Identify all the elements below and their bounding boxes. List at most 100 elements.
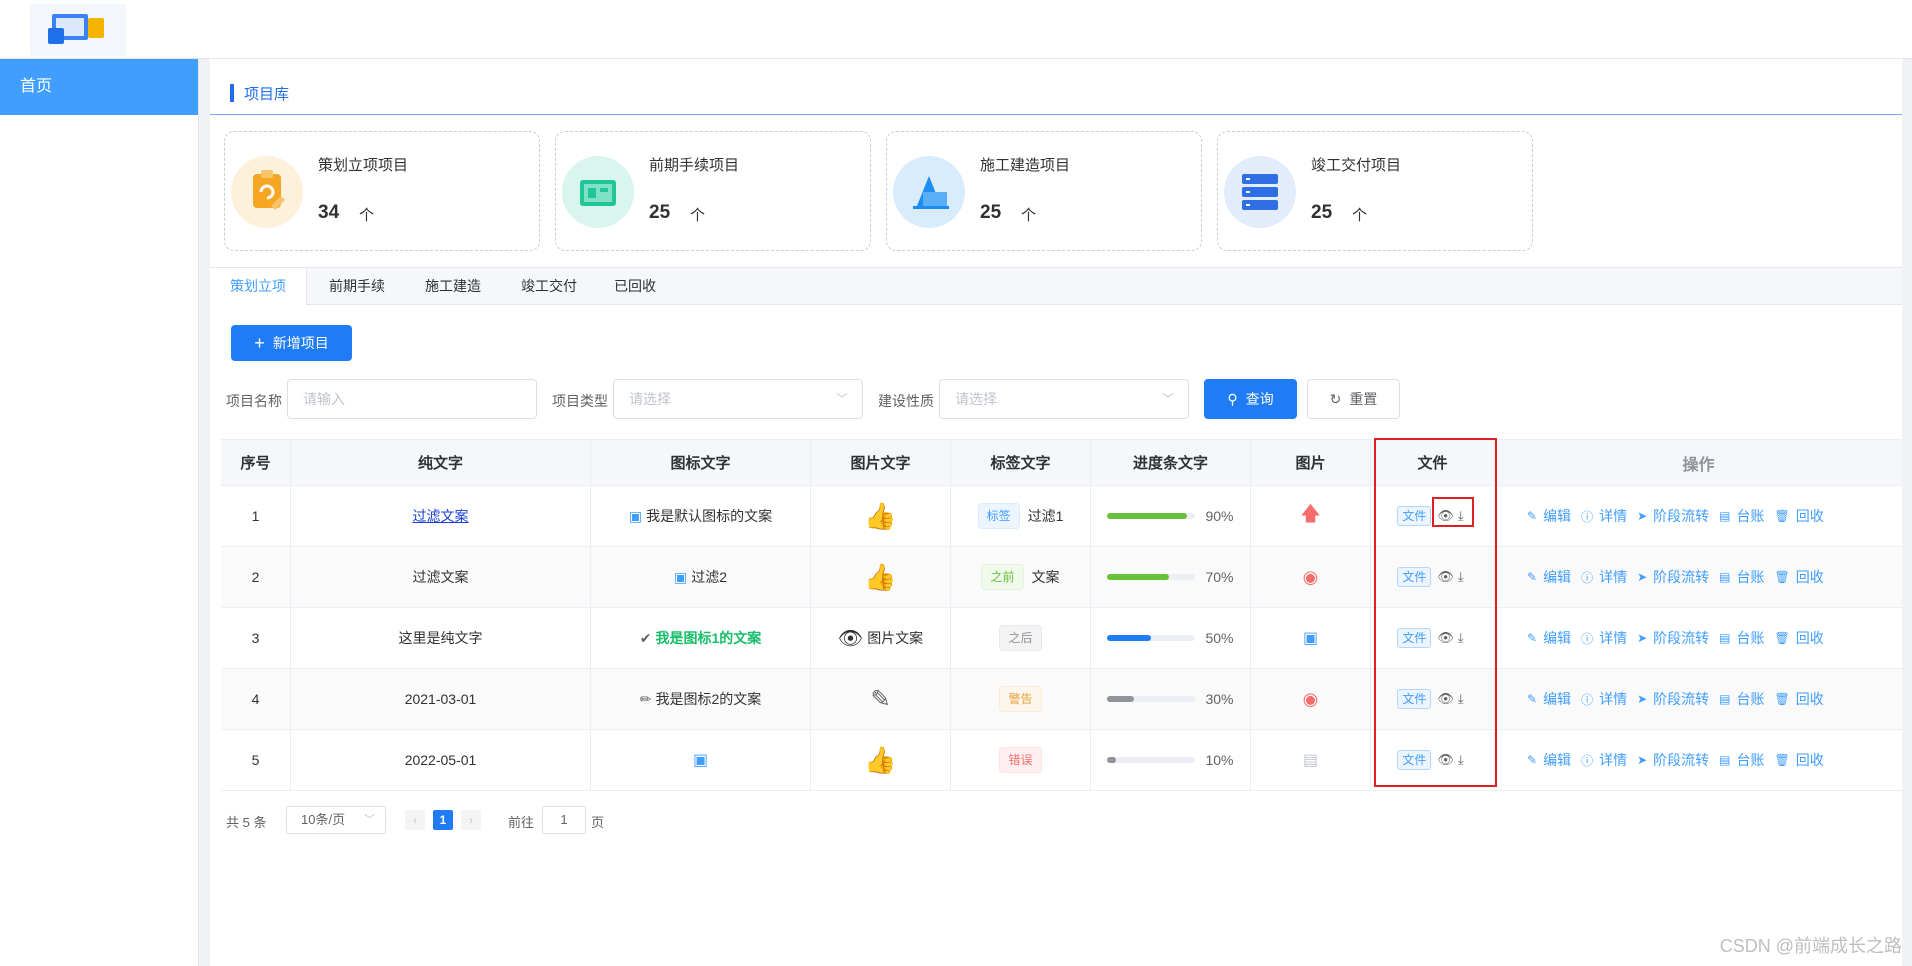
stat-unit: 个 [359,207,375,224]
project-name-input[interactable]: 请输入 [287,379,537,419]
progress-bar: 30% [1107,691,1234,707]
send-icon: ➤ [1637,509,1648,523]
send-icon: ➤ [1637,570,1648,584]
construction-nature-select[interactable]: 请选择 ﹀ [939,379,1189,419]
sidebar: 首页 [0,59,199,966]
recycle-button[interactable]: 🗑 回收 [1774,750,1823,770]
edit-button[interactable]: ✎ 编辑 [1527,567,1571,587]
tab-construction[interactable]: 施工建造 [408,268,498,305]
trash-icon: 🗑 [1774,692,1790,706]
table-header: 序号 纯文字 图标文字 图片文字 标签文字 进度条文字 图片 文件 操作 [221,440,1902,486]
col-operations: 操作 [1682,456,1715,474]
plain-text: 2022-05-01 [291,730,591,790]
edit-button[interactable]: ✎ 编辑 [1527,689,1571,709]
current-page-button[interactable]: 1 [433,810,453,830]
detail-button[interactable]: ⓘ 详情 [1581,506,1627,526]
tab-planning[interactable]: 策划立项 [210,268,307,305]
construction-nature-label: 建设性质 [878,393,934,409]
stat-unit: 个 [690,207,706,224]
edit-button[interactable]: ✎ 编辑 [1527,506,1571,526]
prev-page-button[interactable]: ‹ [405,810,425,830]
row-operations: ✎ 编辑 ⓘ 详情 ➤ 阶段流转 ▤ 台账 🗑 回收 [1495,730,1902,790]
stage-transfer-button[interactable]: ➤ 阶段流转 [1637,506,1709,526]
chevron-down-icon: ﹀ [835,392,848,406]
document-icon: ▤ [1719,570,1731,584]
progress-text: 30% [1205,691,1234,707]
detail-button[interactable]: ⓘ 详情 [1581,750,1627,770]
table-row: 2 过滤文案 ▣ 过滤2 👍 之前 文案 70% ◉ 文件 👁 ⤓ ✎ 编辑 ⓘ 详情 ➤ 阶… [221,547,1902,608]
stage-transfer-button[interactable]: ➤ 阶段流转 [1637,689,1709,709]
recycle-button[interactable]: 🗑 回收 [1774,506,1823,526]
server-icon [1224,156,1296,228]
document-icon: ▤ [1719,753,1731,767]
trash-icon: 🗑 [1774,631,1790,645]
table-row: 1 过滤文案 ▣ 我是默认图标的文案 👍 标签 过滤1 90% 🡅 文件 👁 ⤓ ✎ 编辑… [221,486,1902,547]
row-operations: ✎ 编辑 ⓘ 详情 ➤ 阶段流转 ▤ 台账 🗑 回收 [1495,486,1902,546]
stat-unit: 个 [1021,207,1037,224]
stage-transfer-button[interactable]: ➤ 阶段流转 [1637,628,1709,648]
ledger-button[interactable]: ▤ 台账 [1719,506,1764,526]
chevron-down-icon: ﹀ [1161,392,1174,406]
image-text: 图片文案 [867,630,924,646]
reset-label: 重置 [1349,391,1378,407]
progress-bar: 70% [1107,569,1234,585]
detail-button[interactable]: ⓘ 详情 [1581,628,1627,648]
trash-icon: 🗑 [1774,753,1790,767]
edit-square-icon: ✎ [811,669,951,729]
page-label: 页 [591,815,605,830]
project-table: 序号 纯文字 图标文字 图片文字 标签文字 进度条文字 图片 文件 操作 1 过… [221,439,1902,791]
recycle-button[interactable]: 🗑 回收 [1774,628,1823,648]
next-page-button[interactable]: › [461,810,481,830]
edit-icon: ✎ [1527,753,1538,767]
detail-button[interactable]: ⓘ 详情 [1581,689,1627,709]
send-icon: ➤ [1637,753,1648,767]
edit-button[interactable]: ✎ 编辑 [1527,750,1571,770]
stage-transfer-button[interactable]: ➤ 阶段流转 [1637,567,1709,587]
tab-recycled[interactable]: 已回收 [600,268,670,305]
tab-delivery[interactable]: 竣工交付 [504,268,594,305]
reset-button[interactable]: ↻ 重置 [1307,379,1400,419]
stat-card-planning[interactable]: 策划立项项目 34 个 [224,131,540,251]
ledger-button[interactable]: ▤ 台账 [1719,628,1764,648]
add-project-label: 新增项目 [272,335,329,351]
add-project-button[interactable]: + 新增项目 [231,325,352,361]
ledger-button[interactable]: ▤ 台账 [1719,750,1764,770]
stat-count: 34 [318,202,340,223]
edit-button[interactable]: ✎ 编辑 [1527,628,1571,648]
project-type-select[interactable]: 请选择 ﹀ [613,379,863,419]
sidebar-item-home[interactable]: 首页 [0,59,198,115]
page-size-select[interactable]: 10条/页 ﹀ [286,806,386,834]
stat-card-delivery[interactable]: 竣工交付项目 25 个 [1217,131,1533,251]
stat-title: 竣工交付项目 [1311,157,1402,174]
tab-preliminary[interactable]: 前期手续 [312,268,402,305]
app-logo[interactable] [30,4,126,56]
recycle-button[interactable]: 🗑 回收 [1774,567,1823,587]
building-icon [893,156,965,228]
goto-page-input[interactable]: 1 [542,806,586,834]
top-header [0,0,1912,59]
section-title: 项目库 [230,83,289,103]
info-icon: ⓘ [1581,631,1594,646]
col-progress-text: 进度条文字 [1091,440,1251,485]
eye-icon: 👁 [837,627,864,650]
ledger-button[interactable]: ▤ 台账 [1719,689,1764,709]
col-plain-text: 纯文字 [291,440,591,485]
filter-text-link[interactable]: 过滤文案 [413,506,469,526]
stat-card-preliminary[interactable]: 前期手续项目 25 个 [555,131,871,251]
section-title-text: 项目库 [244,85,290,103]
table-row: 5 2022-05-01 ▣ 👍 错误 10% ▤ 文件 👁 ⤓ ✎ 编辑 ⓘ 详情 ➤… [221,730,1902,791]
recycle-button[interactable]: 🗑 回收 [1774,689,1823,709]
ledger-button[interactable]: ▤ 台账 [1719,567,1764,587]
query-label: 查询 [1245,391,1274,407]
stat-card-construction[interactable]: 施工建造项目 25 个 [886,131,1202,251]
thumbs-up-icon: 👍 [811,547,951,607]
detail-button[interactable]: ⓘ 详情 [1581,567,1627,587]
query-button[interactable]: ⚲ 查询 [1204,379,1297,419]
stage-transfer-button[interactable]: ➤ 阶段流转 [1637,750,1709,770]
check-circle-icon: ✔ [639,629,652,646]
progress-text: 10% [1205,752,1234,768]
icon-text: 我是图标2的文案 [655,691,762,707]
clipboard-icon [231,156,303,228]
row-index: 3 [221,608,291,668]
row-index: 1 [221,486,291,546]
